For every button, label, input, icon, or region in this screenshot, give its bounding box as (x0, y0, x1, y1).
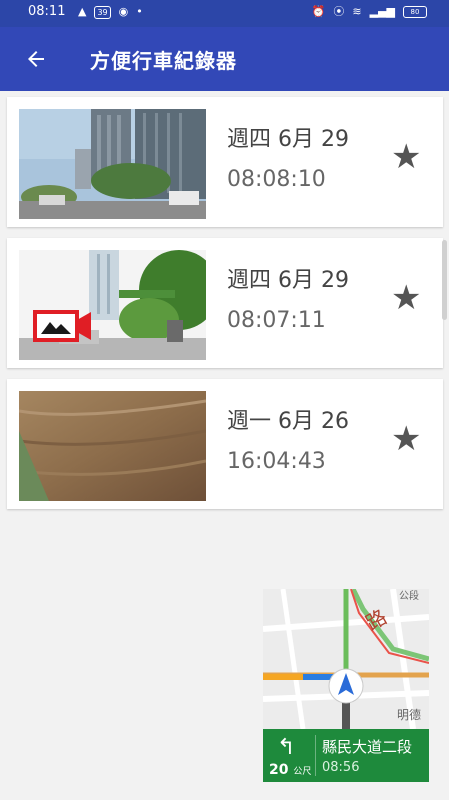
street-name: 縣民大道二段 (322, 738, 413, 756)
video-camera-icon (33, 310, 91, 342)
distance-value: 20 (269, 762, 289, 778)
app-bar: 方便行車紀錄器 (0, 27, 449, 91)
distance-unit: 公尺 (293, 767, 312, 777)
navigation-footer: ↰ 20 公尺 縣民大道二段 08:56 (263, 729, 429, 782)
star-icon[interactable]: ★ (391, 421, 421, 457)
recording-card[interactable]: 週一 6月 26 16:04:43 ★ (7, 379, 443, 509)
location-icon: ⦿ (333, 5, 345, 18)
star-icon[interactable]: ★ (391, 139, 421, 175)
recording-time: 08:07:11 (227, 308, 326, 333)
calendar-badge-icon: 39 (94, 5, 111, 19)
status-bar: 08:11 ▲ 39 ◉ • ⏰ ⦿ ≋ ▂▄▆ 80 (0, 0, 449, 27)
eta-time: 08:56 (322, 760, 360, 775)
recording-time: 08:08:10 (227, 167, 326, 192)
recording-time: 16:04:43 (227, 449, 326, 474)
dot-icon: • (136, 5, 143, 18)
signal-icon: ▂▄▆ (369, 5, 395, 18)
status-time: 08:11 (28, 4, 66, 19)
turn-distance: 20 公尺 (269, 762, 311, 778)
divider (315, 735, 316, 776)
camera-app-icon: ◉ (118, 5, 129, 18)
recording-card[interactable]: 週四 6月 29 08:07:11 ★ (7, 238, 443, 368)
status-left-icons: ▲ 39 ◉ • (78, 4, 143, 20)
recording-thumbnail[interactable] (19, 250, 206, 360)
battery-icon: 80 (403, 6, 427, 18)
recording-date: 週四 6月 29 (227, 268, 349, 293)
status-right-icons: ⏰ ⦿ ≋ ▂▄▆ 80 (312, 4, 427, 20)
wifi-icon: ≋ (352, 5, 362, 18)
map-label-corner: 公段 (399, 589, 419, 602)
alarm-icon: ⏰ (311, 5, 326, 18)
recording-date: 週四 6月 29 (227, 127, 349, 152)
recording-thumbnail[interactable] (19, 109, 206, 219)
navigation-widget[interactable]: 路 明德 公段 ↰ 20 公尺 縣民大道二段 08:56 (263, 589, 429, 782)
recording-date: 週一 6月 26 (227, 409, 349, 434)
recording-card[interactable]: 週四 6月 29 08:08:10 ★ (7, 97, 443, 227)
recording-thumbnail[interactable] (19, 391, 206, 501)
turn-left-icon: ↰ (277, 735, 296, 760)
page-title: 方便行車紀錄器 (90, 49, 237, 73)
arrow-left-icon[interactable] (24, 47, 48, 71)
navigation-map[interactable]: 路 明德 公段 (263, 589, 429, 730)
map-label-right: 明德 (397, 707, 421, 722)
star-icon[interactable]: ★ (391, 280, 421, 316)
scrollbar[interactable] (442, 240, 447, 320)
navigation-icon: ▲ (78, 5, 87, 18)
